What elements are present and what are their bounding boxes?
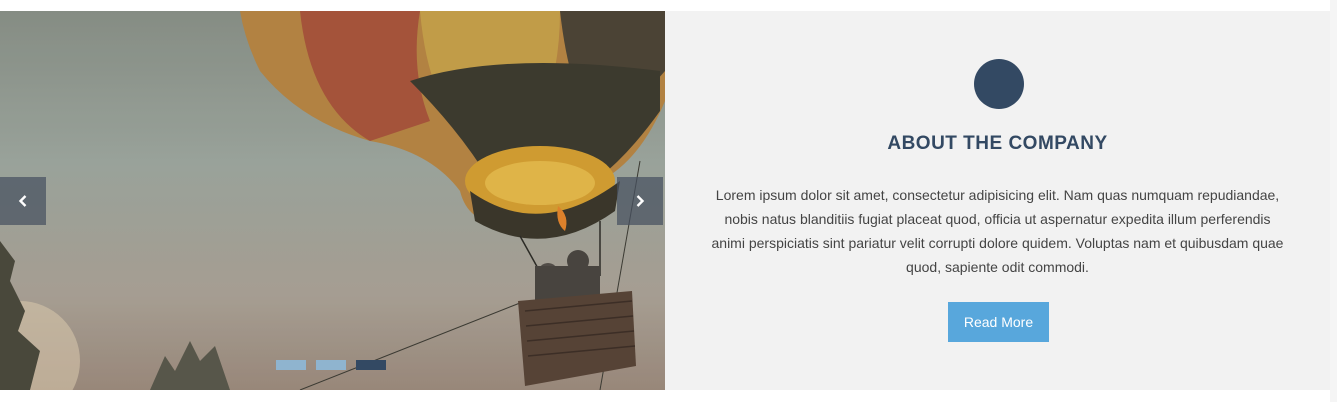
chevron-left-icon [18,195,27,207]
about-panel: ABOUT THE COMPANY Lorem ipsum dolor sit … [665,11,1330,390]
slider-dot-3[interactable] [356,360,386,370]
image-slider [0,11,665,390]
slider-dot-1[interactable] [276,360,306,370]
about-section: ABOUT THE COMPANY Lorem ipsum dolor sit … [0,11,1330,390]
slider-dot-2[interactable] [316,360,346,370]
about-title: ABOUT THE COMPANY [887,133,1108,154]
scrollbar-edge [1330,0,1337,402]
slider-next-button[interactable] [617,177,663,225]
about-description: Lorem ipsum dolor sit amet, consectetur … [711,187,1284,275]
slider-prev-button[interactable] [0,177,46,225]
circle-icon [974,59,1024,109]
image-overlay [0,11,665,390]
read-more-button[interactable]: Read More [948,302,1049,342]
slider-pagination [276,360,386,370]
chevron-right-icon [636,195,645,207]
